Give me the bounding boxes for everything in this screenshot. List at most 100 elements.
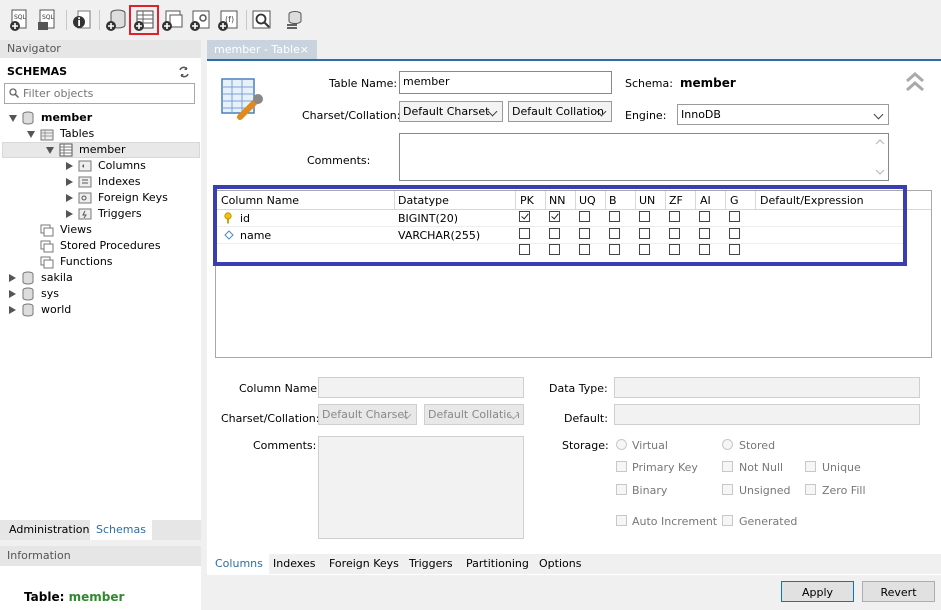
tree-foreign-keys[interactable]: Foreign Keys <box>0 190 200 206</box>
table-comments-textarea[interactable] <box>399 133 889 181</box>
chevron-right-icon[interactable] <box>66 210 73 218</box>
schema-label: Schema: <box>625 77 673 90</box>
checkbox-unsigned[interactable] <box>722 484 733 495</box>
reconnect-icon[interactable] <box>282 8 306 32</box>
columns-folder-icon <box>78 160 92 172</box>
info-icon[interactable] <box>70 8 94 32</box>
chevron-down-icon[interactable] <box>9 115 17 122</box>
tab-foreign-keys[interactable]: Foreign Keys <box>329 557 399 570</box>
charset-select[interactable]: Default Charset <box>399 101 503 122</box>
tab-partitioning[interactable]: Partitioning <box>466 557 529 570</box>
collapse-icon[interactable] <box>904 70 926 94</box>
tree-schema-member[interactable]: member <box>0 110 200 126</box>
charset-collation-label: Charset/Collation: <box>302 109 401 122</box>
tree-schema-sys[interactable]: sys <box>0 286 200 302</box>
column-charset-select[interactable]: Default Charset <box>318 404 417 425</box>
svg-text:SQL: SQL <box>14 14 27 21</box>
checkbox-generated[interactable] <box>722 515 733 526</box>
tree-tables[interactable]: Tables <box>0 126 200 142</box>
radio-virtual[interactable] <box>616 439 627 450</box>
data-type-label: Data Type: <box>549 382 608 395</box>
main-toolbar: SQL SQL (f) <box>0 0 941 38</box>
views-folder-icon <box>40 224 54 237</box>
create-function-icon[interactable]: (f) <box>216 8 240 32</box>
tree-table-member[interactable]: member <box>0 142 200 158</box>
checkbox-zero-fill[interactable] <box>805 484 816 495</box>
tab-columns[interactable]: Columns <box>215 557 263 570</box>
data-type-input[interactable] <box>614 377 920 398</box>
triggers-folder-icon <box>78 208 92 220</box>
table-icon <box>59 143 73 157</box>
collation-select[interactable]: Default Collation <box>508 101 612 122</box>
indexes-folder-icon <box>78 176 92 188</box>
column-collation-select[interactable]: Default Collation <box>424 404 524 425</box>
tree-triggers[interactable]: Triggers <box>0 206 200 222</box>
zero-fill-label: Zero Fill <box>822 484 866 497</box>
create-view-icon[interactable] <box>160 8 184 32</box>
tables-folder-icon <box>40 129 54 141</box>
chevron-down-icon[interactable] <box>27 131 35 138</box>
apply-button[interactable]: Apply <box>781 581 854 602</box>
filter-objects-box[interactable] <box>4 83 195 104</box>
not-null-label: Not Null <box>739 461 784 474</box>
column-name-input[interactable] <box>318 377 524 398</box>
table-name-input[interactable]: member <box>399 71 612 94</box>
create-schema-icon[interactable] <box>104 8 128 32</box>
tab-indexes[interactable]: Indexes <box>273 557 315 570</box>
tree-schema-world[interactable]: world <box>0 302 200 318</box>
info-table-value: member <box>68 590 125 604</box>
tree-functions[interactable]: Functions <box>0 254 200 270</box>
database-icon <box>22 111 34 125</box>
create-table-icon[interactable] <box>129 5 159 35</box>
create-procedure-icon[interactable] <box>188 8 212 32</box>
chevron-right-icon[interactable] <box>66 162 73 170</box>
checkbox-primary-key[interactable] <box>616 461 627 472</box>
chevron-right-icon[interactable] <box>66 194 73 202</box>
new-sql-tab-icon[interactable]: SQL <box>8 8 32 32</box>
database-icon <box>22 271 34 285</box>
tree-schema-sakila[interactable]: sakila <box>0 270 200 286</box>
table-name-label: Table Name: <box>329 77 398 90</box>
tab-member-table[interactable]: member - Table × <box>207 40 317 60</box>
filter-objects-input[interactable] <box>23 85 191 101</box>
tree-stored-procedures[interactable]: Stored Procedures <box>0 238 200 254</box>
svg-text:SQL: SQL <box>42 14 55 21</box>
checkbox-not-null[interactable] <box>722 461 733 472</box>
tree-columns[interactable]: Columns <box>0 158 200 174</box>
stored-label: Stored <box>739 439 776 452</box>
column-comments-textarea[interactable] <box>318 436 524 539</box>
checkbox-binary[interactable] <box>616 484 627 495</box>
unique-label: Unique <box>822 461 861 474</box>
chevron-down-icon[interactable] <box>46 147 54 154</box>
database-icon <box>22 303 34 317</box>
tree-views[interactable]: Views <box>0 222 200 238</box>
search-table-data-icon[interactable] <box>250 8 274 32</box>
close-icon[interactable]: × <box>300 40 309 60</box>
refresh-icon[interactable] <box>178 66 190 78</box>
engine-select[interactable]: InnoDB <box>677 104 889 125</box>
tab-administration[interactable]: Administration <box>3 520 96 540</box>
schema-value: member <box>680 76 736 90</box>
checkbox-unique[interactable] <box>805 461 816 472</box>
tab-options[interactable]: Options <box>539 557 581 570</box>
comments-scrollbar[interactable] <box>872 134 888 180</box>
tab-schemas[interactable]: Schemas <box>90 520 152 540</box>
open-sql-file-icon[interactable]: SQL <box>36 8 60 32</box>
revert-button[interactable]: Revert <box>862 581 935 602</box>
search-icon <box>9 88 19 98</box>
default-input[interactable] <box>614 404 920 425</box>
chevron-right-icon[interactable] <box>66 178 73 186</box>
info-table-name: Table: member <box>24 590 124 604</box>
default-label: Default: <box>564 412 608 425</box>
info-table-label: Table: <box>24 590 65 604</box>
chevron-right-icon[interactable] <box>9 290 16 298</box>
column-charset-label: Charset/Collation: <box>221 412 320 425</box>
radio-stored[interactable] <box>722 439 733 450</box>
chevron-right-icon[interactable] <box>9 306 16 314</box>
chevron-right-icon[interactable] <box>9 274 16 282</box>
primary-key-label: Primary Key <box>632 461 698 474</box>
tree-indexes[interactable]: Indexes <box>0 174 200 190</box>
checkbox-auto-increment[interactable] <box>616 515 627 526</box>
foreign-keys-folder-icon <box>78 192 92 204</box>
tab-triggers[interactable]: Triggers <box>409 557 453 570</box>
